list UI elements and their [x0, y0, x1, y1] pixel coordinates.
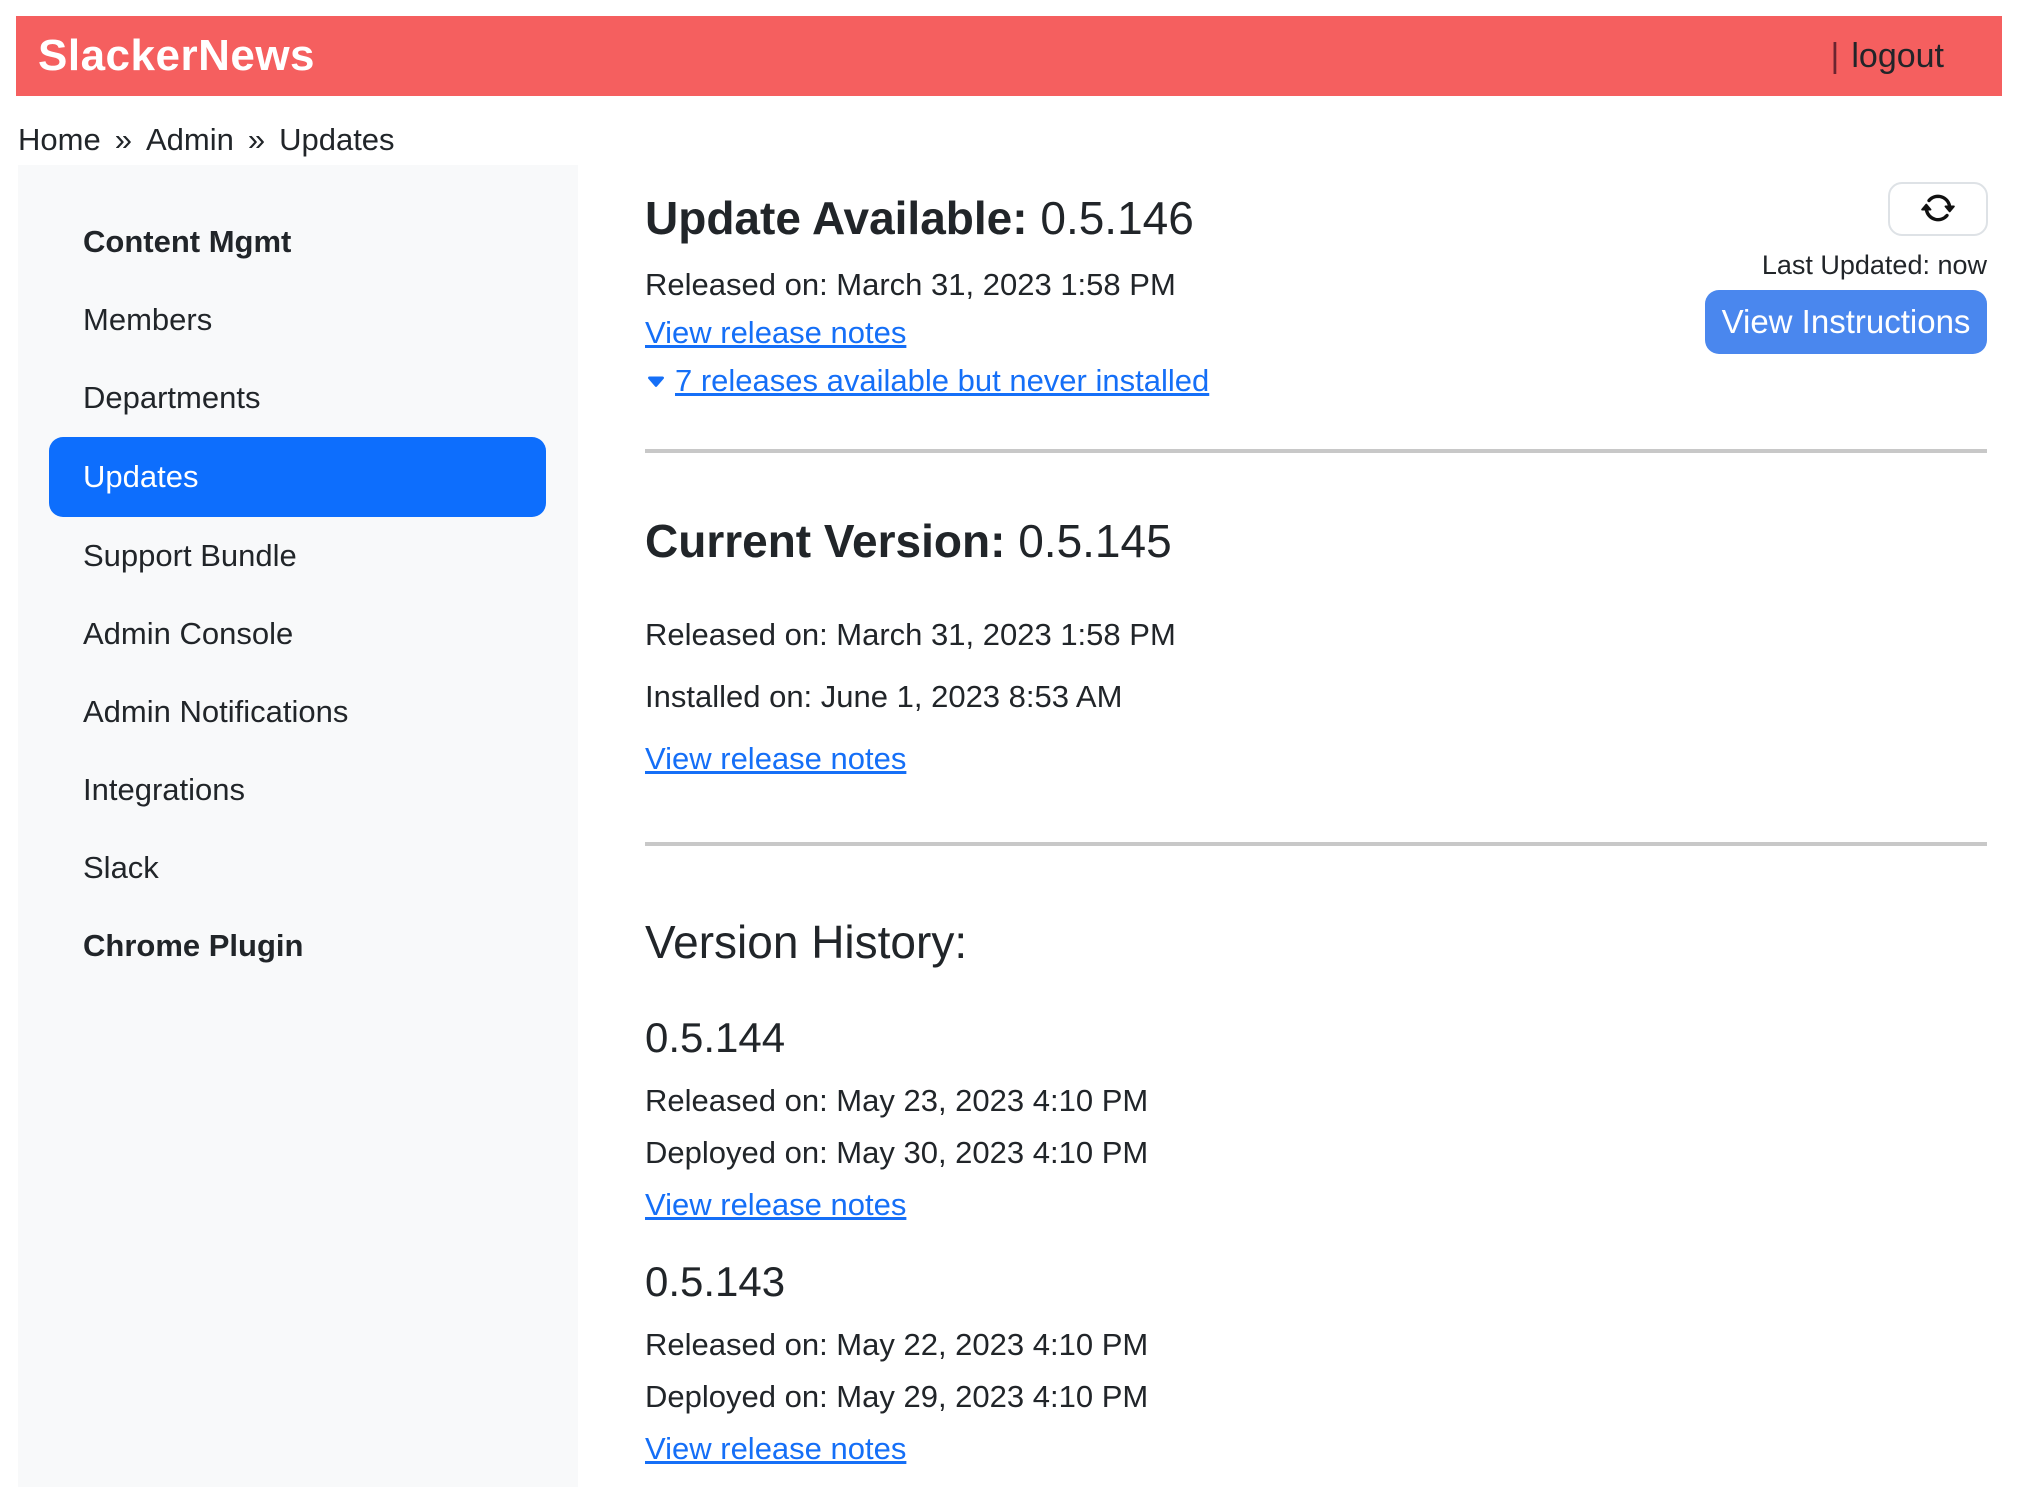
history-version-number: 0.5.144	[645, 1013, 1987, 1063]
current-version-details: Released on: March 31, 2023 1:58 PM Inst…	[645, 604, 1987, 790]
sidebar-item-admin-console[interactable]: Admin Console	[18, 595, 578, 673]
breadcrumb-current: Updates	[279, 122, 394, 158]
section-divider	[645, 842, 1987, 846]
history-entry: Released on: May 22, 2023 4:10 PM Deploy…	[645, 1319, 1987, 1475]
sidebar-item-content-mgmt[interactable]: Content Mgmt	[18, 203, 578, 281]
history-deployed-text: Deployed on: May 29, 2023 4:10 PM	[645, 1371, 1987, 1423]
current-released-text: Released on: March 31, 2023 1:58 PM	[645, 604, 1987, 666]
version-history-heading: Version History:	[645, 916, 1987, 969]
sidebar-item-updates[interactable]: Updates	[49, 437, 546, 517]
sidebar-item-integrations[interactable]: Integrations	[18, 751, 578, 829]
update-available-heading: Update Available: 0.5.146	[645, 192, 1987, 245]
history-released-text: Released on: May 22, 2023 4:10 PM	[645, 1319, 1987, 1371]
releases-toggle-link[interactable]: 7 releases available but never installed	[645, 363, 1209, 398]
breadcrumb-separator: »	[248, 122, 265, 158]
current-version-label: Current Version:	[645, 515, 1005, 567]
releases-toggle-label: 7 releases available but never installed	[675, 363, 1209, 398]
breadcrumb: Home » Admin » Updates	[18, 122, 395, 158]
breadcrumb-admin[interactable]: Admin	[146, 122, 234, 158]
update-release-notes-link[interactable]: View release notes	[645, 315, 906, 350]
sidebar-item-support-bundle[interactable]: Support Bundle	[18, 517, 578, 595]
logout-link[interactable]: logout	[1851, 37, 1944, 76]
brand-logo: SlackerNews	[38, 31, 315, 81]
current-version-number: 0.5.145	[1018, 515, 1171, 567]
sidebar-item-slack[interactable]: Slack	[18, 829, 578, 907]
sidebar-item-chrome-plugin[interactable]: Chrome Plugin	[18, 907, 578, 985]
current-release-notes-link[interactable]: View release notes	[645, 741, 906, 776]
current-version-heading: Current Version: 0.5.145	[645, 515, 1987, 568]
updates-main-content: Update Available: 0.5.146 Released on: M…	[645, 170, 1987, 1475]
app-header: SlackerNews | logout	[16, 16, 2002, 96]
history-release-notes-link[interactable]: View release notes	[645, 1431, 906, 1466]
sidebar-item-departments[interactable]: Departments	[18, 359, 578, 437]
update-released-text: Released on: March 31, 2023 1:58 PM	[645, 261, 1987, 309]
sidebar-item-members[interactable]: Members	[18, 281, 578, 359]
history-deployed-text: Deployed on: May 30, 2023 4:10 PM	[645, 1127, 1987, 1179]
history-entry: Released on: May 23, 2023 4:10 PM Deploy…	[645, 1075, 1987, 1231]
sidebar-item-admin-notifications[interactable]: Admin Notifications	[18, 673, 578, 751]
breadcrumb-separator: »	[115, 122, 132, 158]
update-available-label: Update Available:	[645, 192, 1028, 244]
history-release-notes-link[interactable]: View release notes	[645, 1187, 906, 1222]
logout-area: | logout	[1831, 37, 1944, 76]
current-installed-text: Installed on: June 1, 2023 8:53 AM	[645, 666, 1987, 728]
admin-sidebar: Content Mgmt Members Departments Updates…	[18, 165, 578, 1487]
caret-down-icon	[645, 359, 667, 407]
update-available-version: 0.5.146	[1040, 192, 1193, 244]
section-divider	[645, 449, 1987, 453]
breadcrumb-home[interactable]: Home	[18, 122, 101, 158]
history-version-number: 0.5.143	[645, 1257, 1987, 1307]
logout-separator: |	[1831, 37, 1840, 76]
history-released-text: Released on: May 23, 2023 4:10 PM	[645, 1075, 1987, 1127]
